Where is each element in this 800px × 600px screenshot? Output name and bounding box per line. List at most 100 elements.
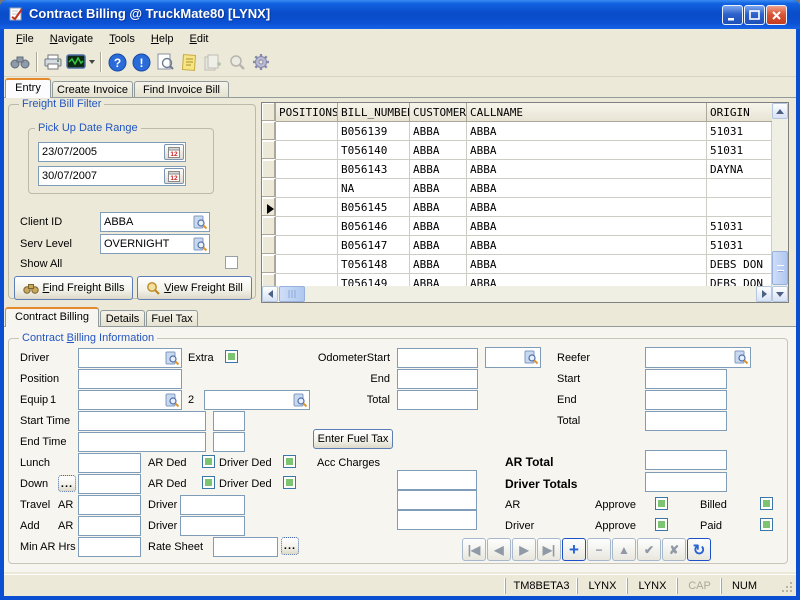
nav-prior-button[interactable]: ◀ — [487, 538, 511, 561]
table-cell[interactable]: NA — [338, 179, 410, 198]
serv-level-input[interactable]: OVERNIGHT — [100, 234, 210, 254]
table-cell[interactable]: DAYNA — [707, 160, 772, 179]
table-cell[interactable] — [276, 255, 338, 274]
nav-insert-button[interactable]: + — [562, 538, 586, 561]
travel-driver-input[interactable] — [180, 495, 245, 515]
menu-file[interactable]: File — [8, 32, 42, 46]
vertical-scrollbar[interactable] — [772, 103, 788, 302]
nav-last-button[interactable]: ▶| — [537, 538, 561, 561]
nav-refresh-button[interactable]: ↻ — [687, 538, 711, 561]
client-id-input[interactable]: ABBA — [100, 212, 210, 232]
column-header[interactable]: CUSTOMER — [410, 103, 467, 122]
nav-delete-button[interactable]: − — [587, 538, 611, 561]
down-driver-ded-checkbox[interactable] — [283, 476, 296, 489]
maximize-button[interactable] — [744, 5, 765, 25]
lookup-icon[interactable] — [293, 393, 308, 411]
table-cell[interactable]: ABBA — [467, 217, 707, 236]
info-toolbar-button[interactable]: ! — [130, 51, 152, 73]
min-ar-hrs-input[interactable] — [78, 537, 141, 557]
column-header[interactable]: POSITIONS — [276, 103, 338, 122]
vertical-scroll-thumb[interactable] — [772, 251, 788, 285]
odometer-end-input[interactable] — [397, 369, 478, 389]
tab-create-invoice[interactable]: Create Invoice — [52, 81, 133, 98]
table-cell[interactable]: ABBA — [467, 179, 707, 198]
table-cell[interactable]: T056148 — [338, 255, 410, 274]
table-cell[interactable]: ABBA — [410, 198, 467, 217]
table-cell[interactable]: ABBA — [410, 217, 467, 236]
nav-first-button[interactable]: |◀ — [462, 538, 486, 561]
reefer-start-input[interactable] — [645, 369, 727, 389]
table-cell[interactable] — [276, 236, 338, 255]
add-driver-input[interactable] — [180, 516, 245, 536]
date-to-input[interactable]: 30/07/2007 12 — [38, 166, 186, 186]
table-cell[interactable]: ABBA — [410, 236, 467, 255]
table-cell[interactable]: ABBA — [467, 122, 707, 141]
scroll-left-button[interactable] — [262, 286, 278, 302]
preview-toolbar-button[interactable] — [154, 51, 176, 73]
menu-help[interactable]: Help — [143, 32, 182, 46]
tab-contract-billing[interactable]: Contract Billing — [5, 307, 99, 327]
table-row[interactable]: B056147ABBAABBA51031 — [262, 236, 772, 255]
odometer-start-input[interactable] — [397, 348, 478, 368]
table-cell[interactable]: T056140 — [338, 141, 410, 160]
lookup-icon[interactable] — [193, 237, 208, 255]
resize-grip[interactable] — [781, 581, 794, 597]
down-input[interactable] — [78, 474, 141, 494]
acc-charges-input-2[interactable] — [397, 490, 477, 510]
horizontal-scrollbar[interactable] — [262, 286, 772, 302]
lunch-input[interactable] — [78, 453, 141, 473]
nav-cancel-button[interactable]: ✘ — [662, 538, 686, 561]
nav-post-button[interactable]: ✔ — [637, 538, 661, 561]
reefer-total-input[interactable] — [645, 411, 727, 431]
nav-edit-button[interactable]: ▲ — [612, 538, 636, 561]
table-cell[interactable]: B056146 — [338, 217, 410, 236]
travel-ar-input[interactable] — [78, 495, 141, 515]
down-ar-ded-checkbox[interactable] — [202, 476, 215, 489]
reefer-input[interactable] — [645, 347, 751, 368]
search-toolbar-button[interactable] — [226, 51, 248, 73]
column-header[interactable]: ORIGIN — [707, 103, 772, 122]
table-cell[interactable]: B056147 — [338, 236, 410, 255]
add-document-toolbar-button[interactable] — [202, 51, 224, 73]
table-cell[interactable] — [707, 198, 772, 217]
billed-checkbox[interactable] — [760, 497, 773, 510]
odometer-lookup-input[interactable] — [485, 347, 541, 368]
lunch-driver-ded-checkbox[interactable] — [283, 455, 296, 468]
table-row[interactable]: B056139ABBAABBA51031 — [262, 122, 772, 141]
table-cell[interactable] — [276, 122, 338, 141]
table-cell[interactable]: B056145 — [338, 198, 410, 217]
table-cell[interactable]: ABBA — [467, 255, 707, 274]
table-cell[interactable]: ABBA — [410, 255, 467, 274]
equip1-input[interactable] — [78, 390, 182, 410]
table-row[interactable]: T056140ABBAABBA51031 — [262, 141, 772, 160]
title-bar[interactable]: Contract Billing @ TruckMate80 [LYNX] — [0, 0, 800, 29]
start-time-extra-input[interactable] — [213, 411, 245, 431]
table-cell[interactable]: 51031 — [707, 122, 772, 141]
table-cell[interactable]: ABBA — [467, 141, 707, 160]
table-cell[interactable]: 51031 — [707, 217, 772, 236]
tab-find-invoice-bill[interactable]: Find Invoice Bill — [134, 81, 229, 98]
table-cell[interactable]: ABBA — [467, 160, 707, 179]
menu-edit[interactable]: Edit — [182, 32, 217, 46]
scroll-up-button[interactable] — [772, 103, 788, 119]
table-cell[interactable] — [276, 179, 338, 198]
acc-charges-input-1[interactable] — [397, 470, 477, 490]
paid-checkbox[interactable] — [760, 518, 773, 531]
table-cell[interactable]: ABBA — [410, 141, 467, 160]
calendar-button[interactable]: 12 — [164, 168, 184, 184]
enter-fuel-tax-button[interactable]: Enter Fuel Tax — [313, 429, 393, 449]
lookup-icon[interactable] — [165, 351, 180, 369]
table-row[interactable]: B056145ABBAABBA — [262, 198, 772, 217]
table-cell[interactable]: 51031 — [707, 141, 772, 160]
column-header[interactable]: BILL_NUMBER — [338, 103, 410, 122]
table-cell[interactable] — [276, 217, 338, 236]
table-cell[interactable]: 51031 — [707, 236, 772, 255]
menu-navigate[interactable]: Navigate — [42, 32, 101, 46]
dropdown-arrow-icon[interactable] — [89, 60, 95, 64]
rate-sheet-input[interactable] — [213, 537, 278, 557]
odometer-total-input[interactable] — [397, 390, 478, 410]
driver-input[interactable] — [78, 348, 182, 368]
down-ellipsis-button[interactable]: ... — [58, 475, 76, 492]
table-cell[interactable]: DEBS DON — [707, 255, 772, 274]
table-cell[interactable] — [276, 198, 338, 217]
